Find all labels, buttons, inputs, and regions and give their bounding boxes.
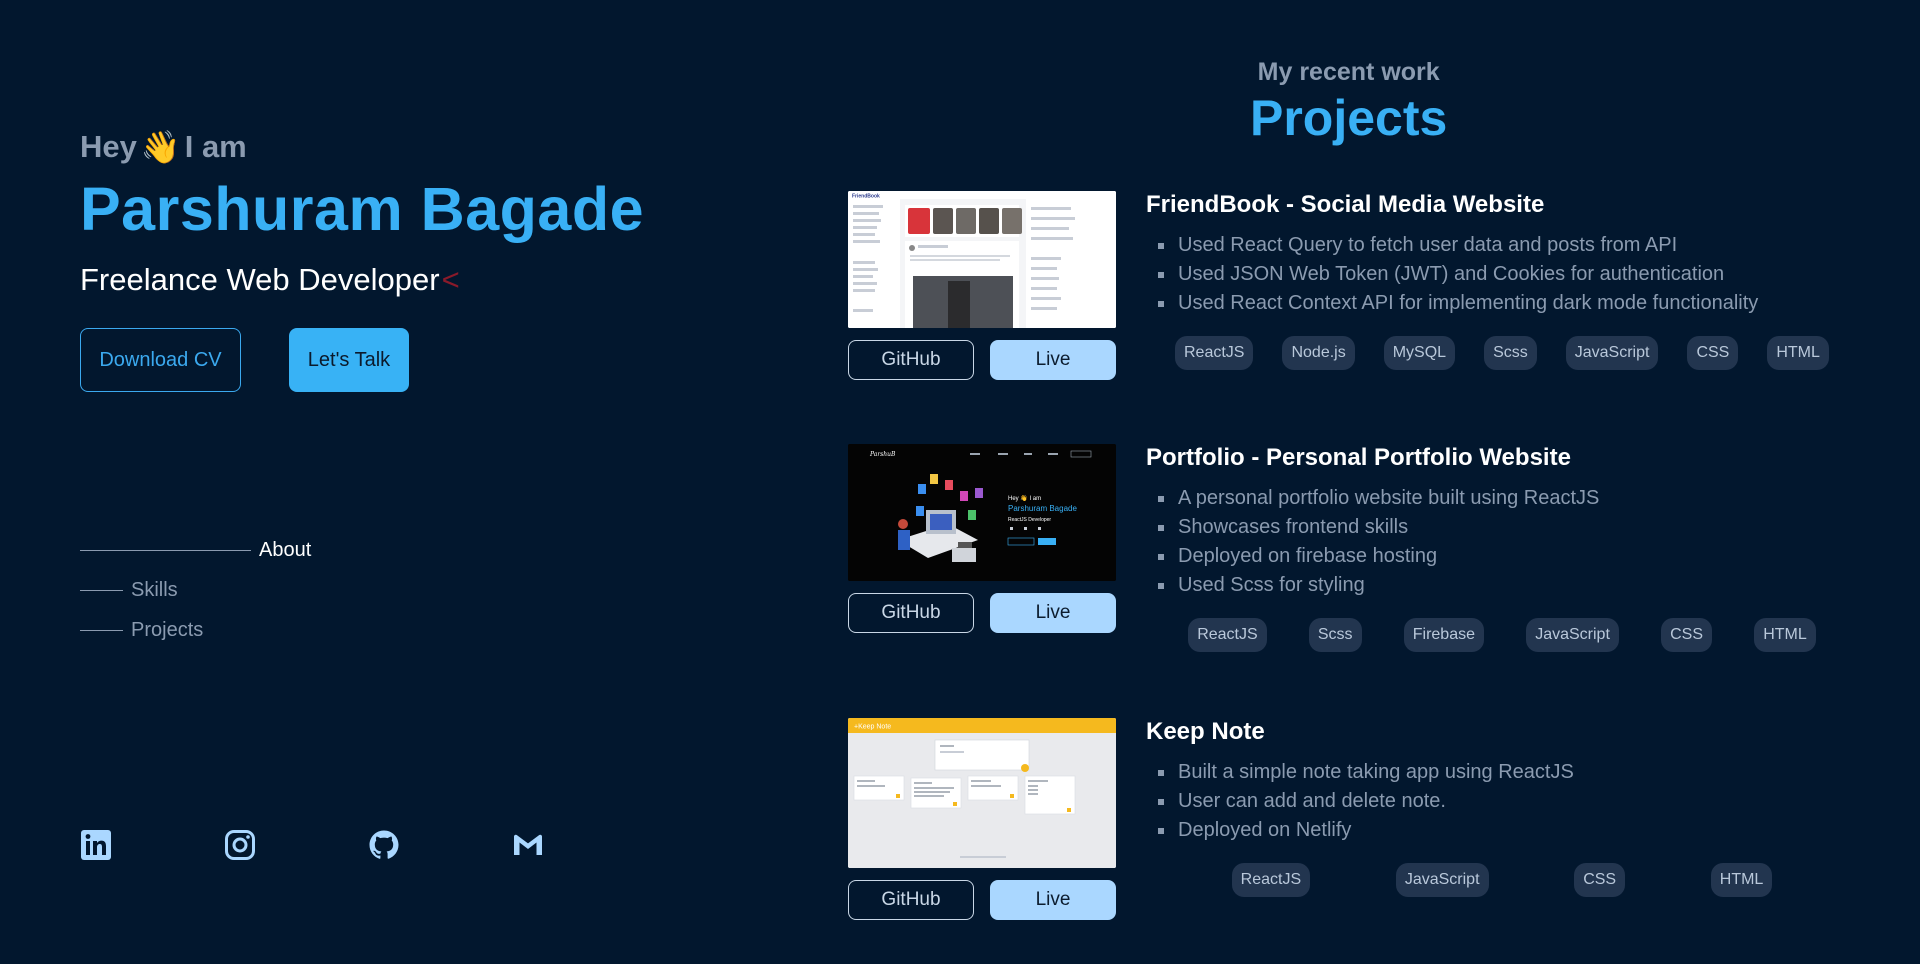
hero-buttons: Download CV Let's Talk bbox=[80, 328, 644, 392]
list-item: A personal portfolio website built using… bbox=[1146, 484, 1858, 513]
tech-tag: ReactJS bbox=[1175, 336, 1254, 370]
gmail-icon[interactable] bbox=[512, 829, 544, 861]
tech-tag: HTML bbox=[1767, 336, 1829, 370]
live-button[interactable]: Live bbox=[990, 593, 1116, 633]
tech-tag: Node.js bbox=[1282, 336, 1355, 370]
tech-tag: JavaScript bbox=[1395, 863, 1489, 897]
greeting-text: Hey bbox=[80, 129, 137, 164]
tech-tag: Firebase bbox=[1403, 618, 1484, 652]
portfolio-screenshot: ParshuB Hey 👋 I am Parshuram Bagade Reac… bbox=[848, 444, 1116, 581]
project-points: Built a simple note taking app using Rea… bbox=[1146, 758, 1858, 845]
linkedin-icon[interactable] bbox=[80, 829, 112, 861]
role-text: Freelance Web Developer bbox=[80, 262, 440, 297]
nav-indicator-line bbox=[80, 589, 123, 591]
project-points: Used React Query to fetch user data and … bbox=[1146, 231, 1858, 318]
nav-item-label: About bbox=[259, 538, 312, 561]
tech-tag: MySQL bbox=[1383, 336, 1456, 370]
download-cv-button[interactable]: Download CV bbox=[80, 328, 241, 392]
list-item: Showcases frontend skills bbox=[1146, 513, 1858, 542]
list-item: User can add and delete note. bbox=[1146, 787, 1858, 816]
friendbook-screenshot: FriendBook bbox=[848, 191, 1116, 328]
nav-indicator-line bbox=[80, 629, 123, 631]
tech-tag: ReactJS bbox=[1188, 618, 1267, 652]
typing-cursor: < bbox=[441, 262, 460, 297]
tech-tags: ReactJS JavaScript CSS HTML bbox=[1146, 863, 1858, 897]
tech-tags: ReactJS Scss Firebase JavaScript CSS HTM… bbox=[1146, 618, 1858, 652]
project-info: Keep Note Built a simple note taking app… bbox=[1146, 718, 1858, 897]
list-item: Used React Context API for implementing … bbox=[1146, 289, 1858, 318]
list-item: Deployed on Netlify bbox=[1146, 816, 1858, 845]
github-button[interactable]: GitHub bbox=[848, 340, 974, 380]
thumb-greeting: Hey 👋 I am bbox=[1008, 494, 1041, 502]
list-item: Built a simple note taking app using Rea… bbox=[1146, 758, 1858, 787]
project-info: FriendBook - Social Media Website Used R… bbox=[1146, 191, 1858, 370]
hero-name: Parshuram Bagade bbox=[80, 175, 644, 243]
section-nav: About Skills Projects bbox=[80, 530, 311, 650]
tech-tag: CSS bbox=[1661, 618, 1713, 652]
nav-item-about[interactable]: About bbox=[80, 530, 311, 570]
live-button[interactable]: Live bbox=[990, 880, 1116, 920]
list-item: Used React Query to fetch user data and … bbox=[1146, 231, 1858, 260]
project-card-portfolio: ParshuB Hey 👋 I am Parshuram Bagade Reac… bbox=[848, 444, 1858, 652]
project-thumbnail[interactable]: ParshuB Hey 👋 I am Parshuram Bagade Reac… bbox=[848, 444, 1116, 581]
live-button[interactable]: Live bbox=[990, 340, 1116, 380]
nav-item-projects[interactable]: Projects bbox=[80, 610, 311, 650]
hero-role: Freelance Web Developer< bbox=[80, 262, 644, 298]
lets-talk-button[interactable]: Let's Talk bbox=[289, 328, 409, 392]
list-item: Used Scss for styling bbox=[1146, 571, 1858, 600]
nav-item-skills[interactable]: Skills bbox=[80, 570, 311, 610]
social-links bbox=[80, 829, 544, 861]
projects-subtitle: My recent work bbox=[1257, 58, 1440, 86]
thumb-logo-text: +Keep Note bbox=[854, 724, 891, 731]
list-item: Deployed on firebase hosting bbox=[1146, 542, 1858, 571]
project-card-keep-note: +Keep Note GitHub Live Keep Note Built a… bbox=[848, 718, 1858, 920]
tech-tag: CSS bbox=[1687, 336, 1739, 370]
nav-indicator-line bbox=[80, 549, 251, 551]
projects-title: Projects bbox=[1250, 90, 1448, 146]
keep-note-screenshot: +Keep Note bbox=[848, 718, 1116, 868]
project-thumbnail[interactable]: FriendBook bbox=[848, 191, 1116, 328]
tech-tag: Scss bbox=[1308, 618, 1362, 652]
list-item: Used JSON Web Token (JWT) and Cookies fo… bbox=[1146, 260, 1858, 289]
svg-text:ParshuB: ParshuB bbox=[869, 451, 896, 458]
tech-tags: ReactJS Node.js MySQL Scss JavaScript CS… bbox=[1146, 336, 1858, 370]
greeting: Hey 👋 I am bbox=[80, 128, 644, 166]
thumb-logo-text: FriendBook bbox=[852, 194, 880, 200]
tech-tag: CSS bbox=[1574, 863, 1626, 897]
project-card-friendbook: FriendBook GitHub Live FriendBook - Soci… bbox=[848, 191, 1858, 380]
greeting-suffix: I am bbox=[184, 129, 247, 164]
github-button[interactable]: GitHub bbox=[848, 880, 974, 920]
tech-tag: Scss bbox=[1484, 336, 1537, 370]
tech-tag: JavaScript bbox=[1526, 618, 1619, 652]
project-title: FriendBook - Social Media Website bbox=[1146, 191, 1545, 218]
nav-item-label: Projects bbox=[131, 618, 204, 641]
nav-item-label: Skills bbox=[131, 578, 178, 601]
project-points: A personal portfolio website built using… bbox=[1146, 484, 1858, 600]
tech-tag: HTML bbox=[1710, 863, 1773, 897]
hero-section: Hey 👋 I am Parshuram Bagade Freelance We… bbox=[80, 128, 644, 392]
github-button[interactable]: GitHub bbox=[848, 593, 974, 633]
thumb-name: Parshuram Bagade bbox=[1008, 504, 1077, 513]
waving-hand-icon: 👋 bbox=[140, 128, 181, 166]
tech-tag: ReactJS bbox=[1231, 863, 1311, 897]
project-info: Portfolio - Personal Portfolio Website A… bbox=[1146, 444, 1858, 652]
tech-tag: JavaScript bbox=[1565, 336, 1659, 370]
project-title: Portfolio - Personal Portfolio Website bbox=[1146, 444, 1571, 471]
thumb-role: ReactJS Developer bbox=[1008, 517, 1051, 523]
tech-tag: HTML bbox=[1754, 618, 1816, 652]
projects-header: My recent work Projects bbox=[1250, 58, 1447, 147]
project-thumbnail[interactable]: +Keep Note bbox=[848, 718, 1116, 868]
instagram-icon[interactable] bbox=[224, 829, 256, 861]
github-icon[interactable] bbox=[368, 829, 400, 861]
project-title: Keep Note bbox=[1146, 718, 1265, 745]
